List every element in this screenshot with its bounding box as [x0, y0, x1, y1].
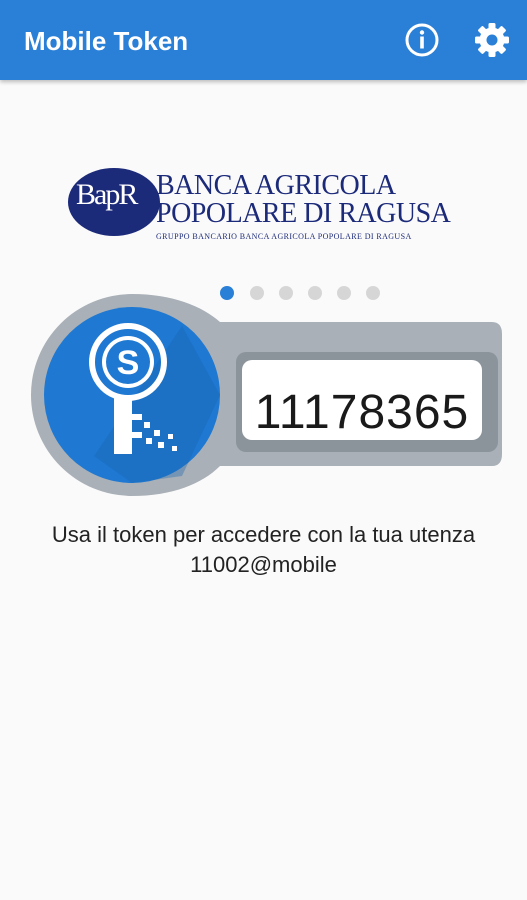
- logo-line-2: POPOLARE DI RAGUSA: [156, 198, 451, 229]
- logo-monogram: BapR: [76, 178, 138, 211]
- token-code: 11178365: [254, 385, 470, 439]
- settings-button[interactable]: [472, 20, 512, 60]
- gear-icon: [475, 23, 509, 57]
- info-button[interactable]: [402, 20, 442, 60]
- bank-logo: BapR BANCA AGRICOLA POPOLARE DI RAGUSA G…: [68, 168, 463, 244]
- app-title: Mobile Token: [24, 26, 189, 56]
- key-icon: S: [89, 323, 177, 454]
- logo-subtitle: GRUPPO BANCARIO BANCA AGRICOLA POPOLARE …: [156, 232, 412, 241]
- token-instructions: Usa il token per accedere con la tua ute…: [0, 520, 527, 580]
- app-bar: Mobile Token: [0, 0, 527, 80]
- instruction-line: Usa il token per accedere con la tua ute…: [51, 522, 476, 547]
- svg-text:S: S: [117, 344, 140, 382]
- info-icon: [405, 23, 439, 57]
- username-text: 11002@mobile: [190, 552, 337, 577]
